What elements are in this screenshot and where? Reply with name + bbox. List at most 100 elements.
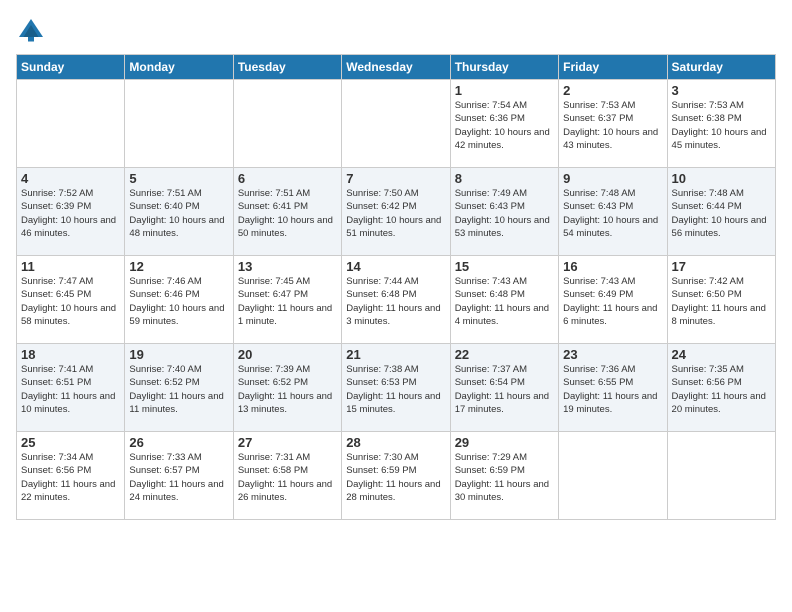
day-cell: 11Sunrise: 7:47 AM Sunset: 6:45 PM Dayli…: [17, 256, 125, 344]
day-info: Sunrise: 7:31 AM Sunset: 6:58 PM Dayligh…: [238, 451, 337, 504]
day-number: 25: [21, 435, 120, 450]
day-info: Sunrise: 7:46 AM Sunset: 6:46 PM Dayligh…: [129, 275, 228, 328]
weekday-header-row: SundayMondayTuesdayWednesdayThursdayFrid…: [17, 55, 776, 80]
calendar: SundayMondayTuesdayWednesdayThursdayFrid…: [16, 54, 776, 520]
day-cell: 18Sunrise: 7:41 AM Sunset: 6:51 PM Dayli…: [17, 344, 125, 432]
day-number: 27: [238, 435, 337, 450]
day-cell: 8Sunrise: 7:49 AM Sunset: 6:43 PM Daylig…: [450, 168, 558, 256]
day-info: Sunrise: 7:51 AM Sunset: 6:41 PM Dayligh…: [238, 187, 337, 240]
day-number: 8: [455, 171, 554, 186]
day-number: 21: [346, 347, 445, 362]
weekday-monday: Monday: [125, 55, 233, 80]
day-info: Sunrise: 7:39 AM Sunset: 6:52 PM Dayligh…: [238, 363, 337, 416]
day-cell: 7Sunrise: 7:50 AM Sunset: 6:42 PM Daylig…: [342, 168, 450, 256]
day-number: 18: [21, 347, 120, 362]
day-number: 9: [563, 171, 662, 186]
day-number: 14: [346, 259, 445, 274]
day-number: 7: [346, 171, 445, 186]
logo-icon: [16, 16, 46, 46]
day-cell: [17, 80, 125, 168]
day-number: 6: [238, 171, 337, 186]
day-info: Sunrise: 7:48 AM Sunset: 6:43 PM Dayligh…: [563, 187, 662, 240]
weekday-saturday: Saturday: [667, 55, 775, 80]
day-number: 5: [129, 171, 228, 186]
day-cell: 20Sunrise: 7:39 AM Sunset: 6:52 PM Dayli…: [233, 344, 341, 432]
day-cell: [559, 432, 667, 520]
logo: [16, 16, 50, 46]
day-cell: 1Sunrise: 7:54 AM Sunset: 6:36 PM Daylig…: [450, 80, 558, 168]
day-info: Sunrise: 7:47 AM Sunset: 6:45 PM Dayligh…: [21, 275, 120, 328]
day-number: 15: [455, 259, 554, 274]
day-info: Sunrise: 7:30 AM Sunset: 6:59 PM Dayligh…: [346, 451, 445, 504]
week-row-2: 4Sunrise: 7:52 AM Sunset: 6:39 PM Daylig…: [17, 168, 776, 256]
day-number: 22: [455, 347, 554, 362]
day-cell: 21Sunrise: 7:38 AM Sunset: 6:53 PM Dayli…: [342, 344, 450, 432]
day-info: Sunrise: 7:53 AM Sunset: 6:37 PM Dayligh…: [563, 99, 662, 152]
day-cell: 29Sunrise: 7:29 AM Sunset: 6:59 PM Dayli…: [450, 432, 558, 520]
day-cell: 6Sunrise: 7:51 AM Sunset: 6:41 PM Daylig…: [233, 168, 341, 256]
day-cell: 12Sunrise: 7:46 AM Sunset: 6:46 PM Dayli…: [125, 256, 233, 344]
header: [16, 16, 776, 46]
day-cell: [342, 80, 450, 168]
day-number: 3: [672, 83, 771, 98]
day-info: Sunrise: 7:38 AM Sunset: 6:53 PM Dayligh…: [346, 363, 445, 416]
day-number: 17: [672, 259, 771, 274]
day-cell: 5Sunrise: 7:51 AM Sunset: 6:40 PM Daylig…: [125, 168, 233, 256]
day-number: 11: [21, 259, 120, 274]
day-info: Sunrise: 7:33 AM Sunset: 6:57 PM Dayligh…: [129, 451, 228, 504]
day-number: 12: [129, 259, 228, 274]
day-cell: 24Sunrise: 7:35 AM Sunset: 6:56 PM Dayli…: [667, 344, 775, 432]
day-info: Sunrise: 7:29 AM Sunset: 6:59 PM Dayligh…: [455, 451, 554, 504]
day-cell: 4Sunrise: 7:52 AM Sunset: 6:39 PM Daylig…: [17, 168, 125, 256]
weekday-thursday: Thursday: [450, 55, 558, 80]
day-cell: 26Sunrise: 7:33 AM Sunset: 6:57 PM Dayli…: [125, 432, 233, 520]
weekday-friday: Friday: [559, 55, 667, 80]
day-cell: 13Sunrise: 7:45 AM Sunset: 6:47 PM Dayli…: [233, 256, 341, 344]
weekday-wednesday: Wednesday: [342, 55, 450, 80]
day-cell: 23Sunrise: 7:36 AM Sunset: 6:55 PM Dayli…: [559, 344, 667, 432]
day-info: Sunrise: 7:43 AM Sunset: 6:49 PM Dayligh…: [563, 275, 662, 328]
day-number: 19: [129, 347, 228, 362]
day-cell: 10Sunrise: 7:48 AM Sunset: 6:44 PM Dayli…: [667, 168, 775, 256]
day-cell: 19Sunrise: 7:40 AM Sunset: 6:52 PM Dayli…: [125, 344, 233, 432]
day-number: 28: [346, 435, 445, 450]
day-cell: 2Sunrise: 7:53 AM Sunset: 6:37 PM Daylig…: [559, 80, 667, 168]
day-info: Sunrise: 7:40 AM Sunset: 6:52 PM Dayligh…: [129, 363, 228, 416]
weekday-tuesday: Tuesday: [233, 55, 341, 80]
week-row-4: 18Sunrise: 7:41 AM Sunset: 6:51 PM Dayli…: [17, 344, 776, 432]
week-row-1: 1Sunrise: 7:54 AM Sunset: 6:36 PM Daylig…: [17, 80, 776, 168]
day-number: 2: [563, 83, 662, 98]
day-cell: 16Sunrise: 7:43 AM Sunset: 6:49 PM Dayli…: [559, 256, 667, 344]
day-info: Sunrise: 7:34 AM Sunset: 6:56 PM Dayligh…: [21, 451, 120, 504]
day-info: Sunrise: 7:37 AM Sunset: 6:54 PM Dayligh…: [455, 363, 554, 416]
day-info: Sunrise: 7:43 AM Sunset: 6:48 PM Dayligh…: [455, 275, 554, 328]
page: SundayMondayTuesdayWednesdayThursdayFrid…: [0, 0, 792, 612]
day-cell: 3Sunrise: 7:53 AM Sunset: 6:38 PM Daylig…: [667, 80, 775, 168]
day-cell: [667, 432, 775, 520]
day-number: 16: [563, 259, 662, 274]
day-cell: 14Sunrise: 7:44 AM Sunset: 6:48 PM Dayli…: [342, 256, 450, 344]
day-number: 20: [238, 347, 337, 362]
day-cell: 9Sunrise: 7:48 AM Sunset: 6:43 PM Daylig…: [559, 168, 667, 256]
day-info: Sunrise: 7:50 AM Sunset: 6:42 PM Dayligh…: [346, 187, 445, 240]
day-cell: 28Sunrise: 7:30 AM Sunset: 6:59 PM Dayli…: [342, 432, 450, 520]
day-number: 29: [455, 435, 554, 450]
day-cell: [125, 80, 233, 168]
day-info: Sunrise: 7:45 AM Sunset: 6:47 PM Dayligh…: [238, 275, 337, 328]
day-info: Sunrise: 7:41 AM Sunset: 6:51 PM Dayligh…: [21, 363, 120, 416]
day-info: Sunrise: 7:44 AM Sunset: 6:48 PM Dayligh…: [346, 275, 445, 328]
day-info: Sunrise: 7:52 AM Sunset: 6:39 PM Dayligh…: [21, 187, 120, 240]
day-cell: 25Sunrise: 7:34 AM Sunset: 6:56 PM Dayli…: [17, 432, 125, 520]
day-number: 26: [129, 435, 228, 450]
day-info: Sunrise: 7:48 AM Sunset: 6:44 PM Dayligh…: [672, 187, 771, 240]
day-cell: [233, 80, 341, 168]
day-info: Sunrise: 7:54 AM Sunset: 6:36 PM Dayligh…: [455, 99, 554, 152]
day-cell: 22Sunrise: 7:37 AM Sunset: 6:54 PM Dayli…: [450, 344, 558, 432]
day-info: Sunrise: 7:35 AM Sunset: 6:56 PM Dayligh…: [672, 363, 771, 416]
day-info: Sunrise: 7:51 AM Sunset: 6:40 PM Dayligh…: [129, 187, 228, 240]
day-number: 1: [455, 83, 554, 98]
day-number: 24: [672, 347, 771, 362]
day-cell: 17Sunrise: 7:42 AM Sunset: 6:50 PM Dayli…: [667, 256, 775, 344]
day-number: 10: [672, 171, 771, 186]
day-info: Sunrise: 7:53 AM Sunset: 6:38 PM Dayligh…: [672, 99, 771, 152]
